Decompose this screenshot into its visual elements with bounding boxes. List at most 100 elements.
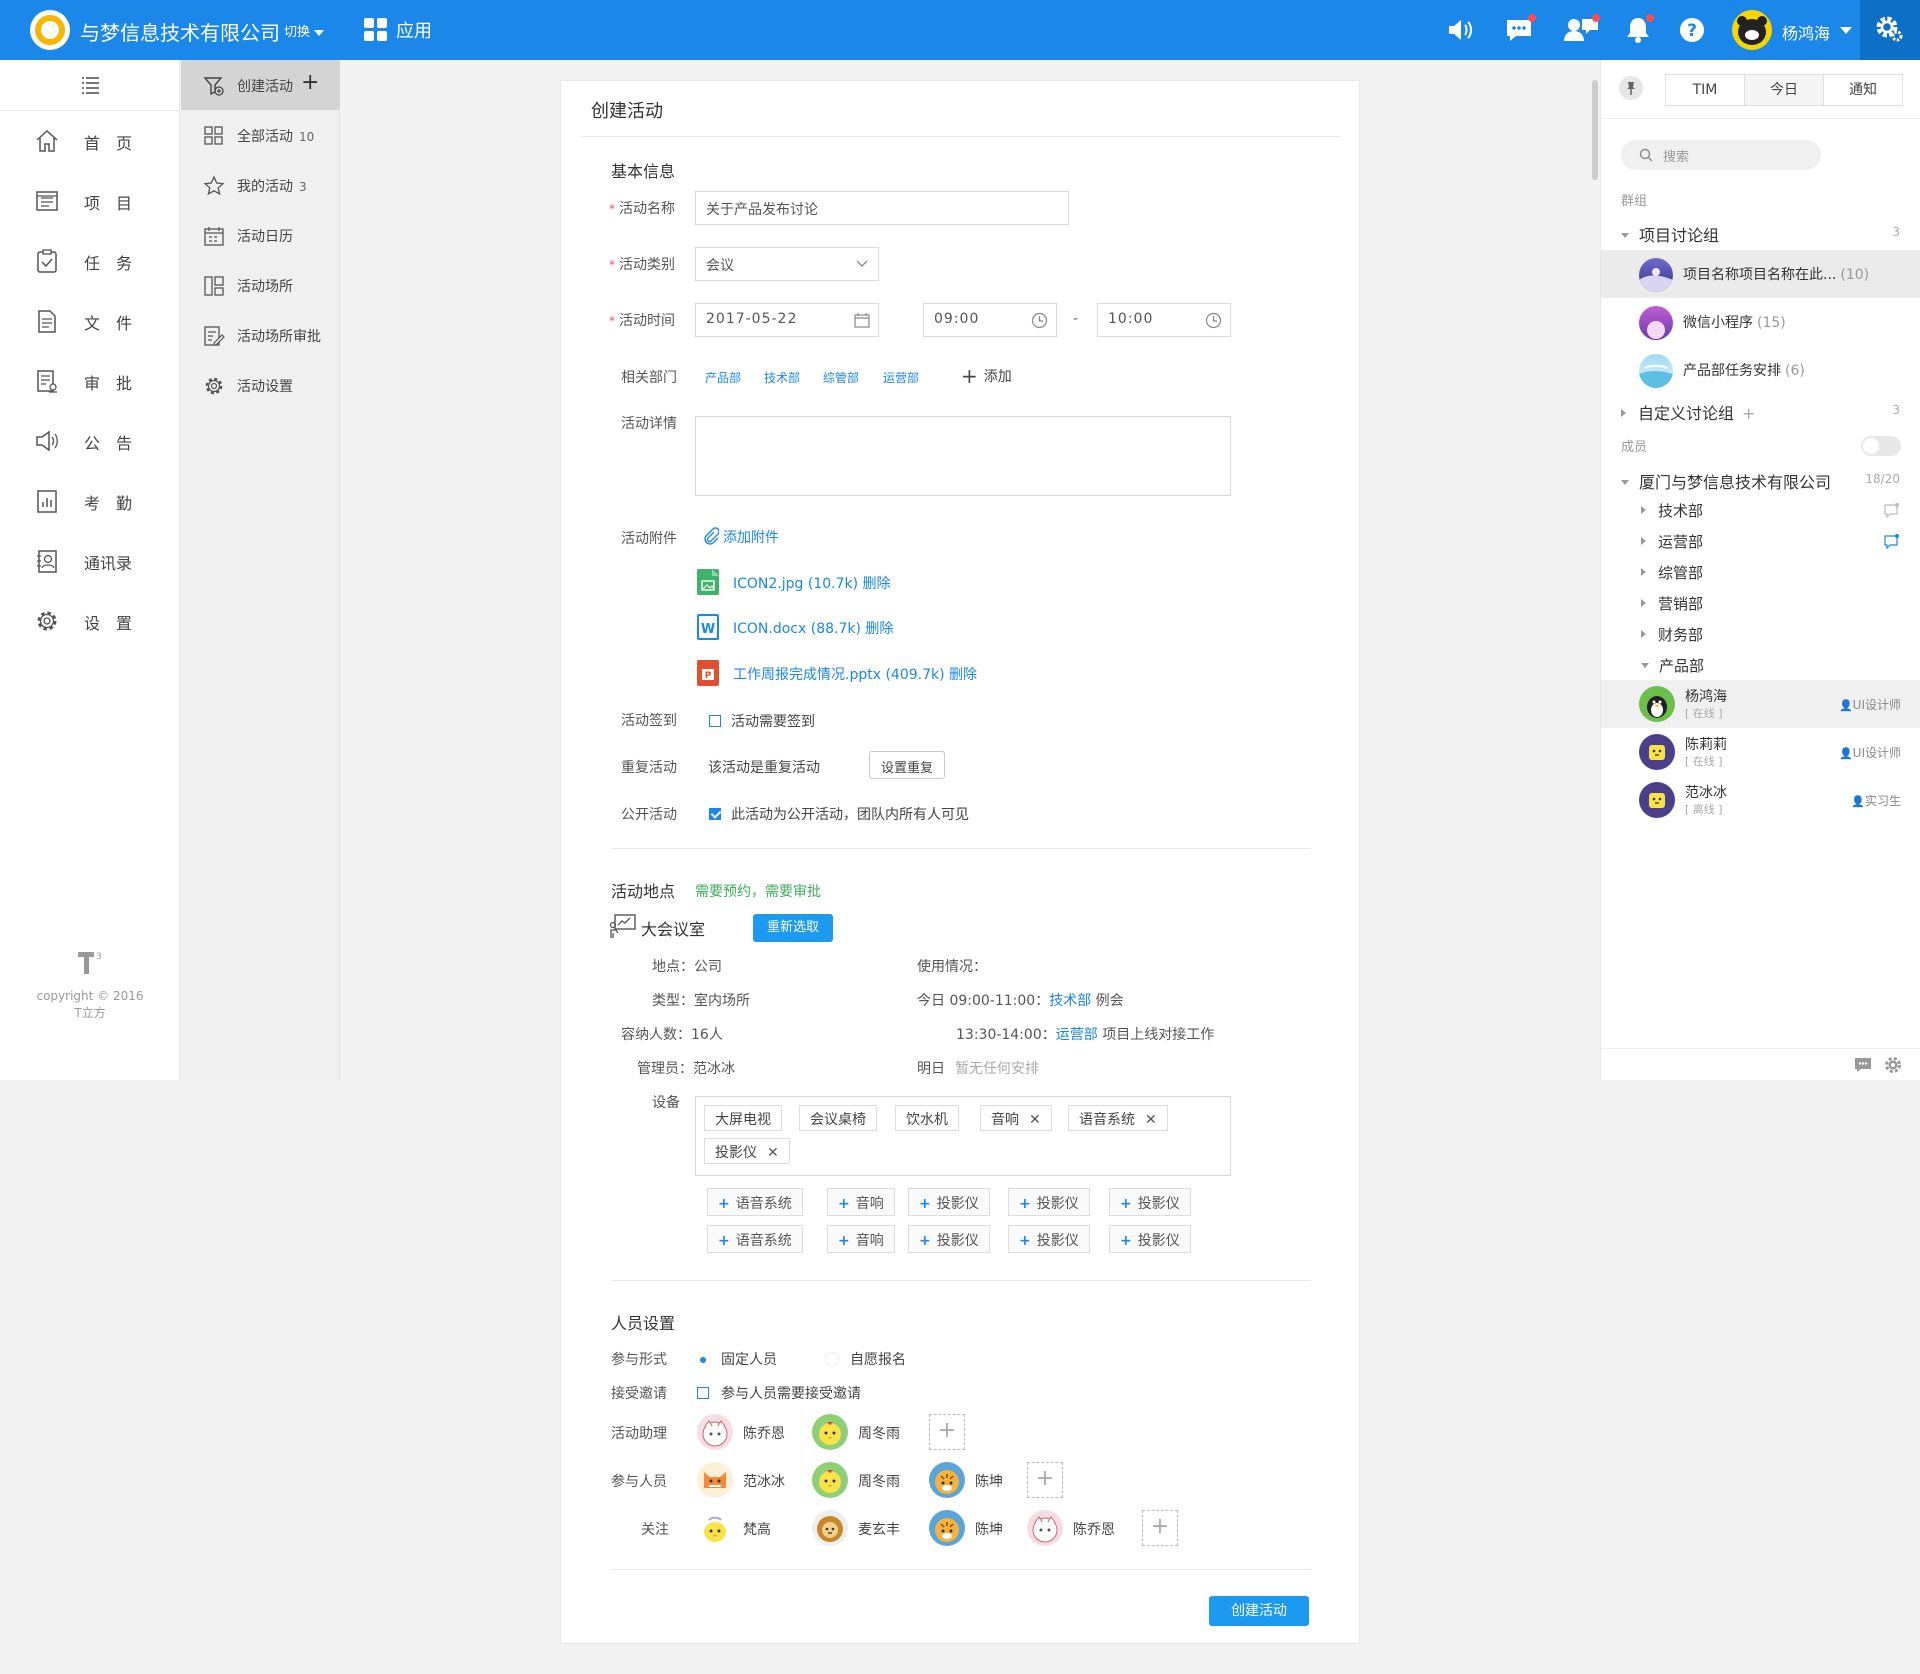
subnav-activity-calendar[interactable]: 活动日历 — [181, 210, 340, 260]
chat-item[interactable]: 产品部任务安排 (6) — [1601, 346, 1920, 394]
menu-toggle-icon[interactable] — [78, 73, 102, 97]
company-tree-node[interactable]: 厦门与梦信息技术有限公司 — [1621, 469, 1831, 493]
tab-tim[interactable]: TIM — [1665, 74, 1745, 106]
dept-node[interactable]: 综管部 — [1641, 562, 1703, 583]
nav-project[interactable]: 项 目 — [0, 175, 180, 225]
remove-tag-icon[interactable]: ✕ — [1029, 1112, 1041, 1128]
tab-notice[interactable]: 通知 — [1823, 74, 1903, 106]
add-attachment-link[interactable]: 添加附件 — [703, 527, 779, 547]
dept-node[interactable]: 运营部 — [1641, 531, 1703, 552]
radio-fixed[interactable] — [695, 1352, 709, 1366]
signin-checkbox[interactable] — [709, 715, 721, 727]
add-equipment-tag[interactable]: + 投影仪 — [908, 1188, 990, 1216]
add-follower-button[interactable]: + — [1142, 1510, 1178, 1546]
public-checkbox[interactable] — [709, 808, 721, 820]
radio-volunteer[interactable] — [825, 1352, 839, 1366]
invite-checkbox[interactable] — [697, 1387, 709, 1399]
remove-tag-icon[interactable]: ✕ — [767, 1145, 779, 1161]
dept-tag[interactable]: 综管部 — [823, 369, 859, 386]
members-toggle[interactable] — [1861, 436, 1901, 456]
pin-icon[interactable] — [1619, 76, 1643, 100]
member-item[interactable]: 范冰冰 [ 离线 ] 👤实习生 — [1601, 776, 1920, 824]
dept-tag[interactable]: 运营部 — [883, 369, 919, 386]
nav-approval[interactable]: 审 批 — [0, 355, 180, 405]
add-equipment-tag[interactable]: + 音响 — [827, 1188, 895, 1216]
settings-button[interactable] — [1860, 0, 1920, 60]
search-input[interactable]: 搜索 — [1621, 140, 1821, 170]
dept-node[interactable]: 营销部 — [1641, 593, 1703, 614]
add-equipment-tag[interactable]: + 音响 — [827, 1225, 895, 1253]
nav-home[interactable]: 首 页 — [0, 115, 180, 165]
nav-contacts[interactable]: 通讯录 — [0, 535, 180, 585]
add-equipment-tag[interactable]: + 投影仪 — [908, 1225, 990, 1253]
subnav-venues[interactable]: 活动场所 — [181, 260, 340, 310]
attachment-name[interactable]: ICON.docx (88.7k) 删除 — [733, 618, 893, 638]
member-avatar — [1639, 782, 1675, 818]
volume-icon[interactable] — [1444, 14, 1476, 46]
subnav-all-activities[interactable]: 全部活动 10 — [181, 110, 340, 160]
chat-item[interactable]: 项目名称项目名称在此... (10) — [1601, 250, 1920, 298]
add-assistant-button[interactable]: + — [929, 1414, 965, 1450]
end-time-input[interactable]: 10:00 — [1097, 303, 1231, 337]
add-equipment-tag[interactable]: + 语音系统 — [707, 1188, 803, 1216]
subnav-my-activities[interactable]: 我的活动 3 — [181, 160, 340, 210]
attachment-name[interactable]: 工作周报完成情况.pptx (409.7k) 删除 — [733, 664, 977, 684]
add-equipment-tag[interactable]: + 投影仪 — [1008, 1188, 1090, 1216]
group-custom-discussion[interactable]: 自定义讨论组 + — [1621, 400, 1755, 424]
dept-node[interactable]: 技术部 — [1641, 500, 1703, 521]
plus-icon[interactable]: + — [1742, 404, 1755, 423]
activity-name-input[interactable]: 关于产品发布讨论 — [695, 191, 1069, 225]
apps-button[interactable]: 应用 — [364, 17, 432, 43]
chat-icon[interactable] — [1853, 1056, 1873, 1074]
member-item[interactable]: 杨鸿海 [ 在线 ] 👤UI设计师 — [1601, 680, 1920, 728]
scrollbar[interactable] — [1592, 80, 1598, 180]
nav-task[interactable]: 任 务 — [0, 235, 180, 285]
add-equipment-tag[interactable]: + 语音系统 — [707, 1225, 803, 1253]
subnav-create-activity[interactable]: 创建活动 + — [181, 60, 340, 110]
nav-attendance[interactable]: 考 勤 — [0, 475, 180, 525]
dept-tag[interactable]: 产品部 — [705, 369, 741, 386]
help-icon[interactable]: ? — [1676, 14, 1708, 46]
add-equipment-tag[interactable]: + 投影仪 — [1109, 1188, 1191, 1216]
message-icon[interactable] — [1504, 14, 1536, 46]
chat-bubble-icon[interactable] — [1883, 502, 1901, 518]
nav-settings[interactable]: 设 置 — [0, 595, 180, 645]
remove-tag-icon[interactable]: ✕ — [1145, 1112, 1157, 1128]
dept-node[interactable]: 产品部 — [1641, 655, 1704, 676]
equipment-box[interactable]: 大屏电视 会议桌椅 饮水机 音响 ✕ 语音系统 ✕ 投影仪 ✕ — [695, 1096, 1231, 1176]
field-label-text: 活动类别 — [619, 257, 675, 273]
dept-node[interactable]: 财务部 — [1641, 624, 1703, 645]
contacts-chat-icon[interactable] — [1562, 14, 1600, 46]
add-equipment-tag[interactable]: + 投影仪 — [1109, 1225, 1191, 1253]
plus-icon[interactable]: + — [301, 70, 319, 95]
subnav-venue-approval[interactable]: 活动场所审批 — [181, 310, 340, 360]
add-participant-button[interactable]: + — [1027, 1462, 1063, 1498]
company-logo[interactable] — [30, 10, 70, 50]
gear-icon[interactable] — [1883, 1055, 1903, 1075]
add-dept-button[interactable]: + 添加 — [961, 364, 1012, 388]
reselect-button[interactable]: 重新选取 — [753, 914, 833, 942]
nav-announcement[interactable]: 公 告 — [0, 415, 180, 465]
usage-dept-link[interactable]: 技术部 — [1049, 993, 1091, 1009]
attachment-name[interactable]: ICON2.jpg (10.7k) 删除 — [733, 573, 891, 593]
usage-dept-link[interactable]: 运营部 — [1056, 1027, 1098, 1043]
add-equipment-tag[interactable]: + 投影仪 — [1008, 1225, 1090, 1253]
group-project-discussion[interactable]: 项目讨论组 — [1621, 222, 1719, 246]
activity-type-select[interactable]: 会议 — [695, 247, 879, 281]
nav-file[interactable]: 文 件 — [0, 295, 180, 345]
set-repeat-button[interactable]: 设置重复 — [869, 751, 946, 779]
tab-today[interactable]: 今日 — [1744, 74, 1824, 106]
chat-bubble-icon[interactable] — [1883, 533, 1901, 549]
date-input[interactable]: 2017-05-22 — [695, 303, 879, 337]
activity-detail-textarea[interactable] — [695, 416, 1231, 496]
switch-company-button[interactable]: 切换 — [284, 21, 325, 40]
create-activity-submit-button[interactable]: 创建活动 — [1209, 1596, 1309, 1626]
start-time-input[interactable]: 09:00 — [923, 303, 1057, 337]
add-equipment-label: 投影仪 — [1036, 1233, 1079, 1249]
member-item[interactable]: 陈莉莉 [ 在线 ] 👤UI设计师 — [1601, 728, 1920, 776]
dept-tag[interactable]: 技术部 — [764, 369, 800, 386]
chat-item[interactable]: 微信小程序 (15) — [1601, 298, 1920, 346]
bell-icon[interactable] — [1622, 14, 1654, 46]
subnav-activity-settings[interactable]: 活动设置 — [181, 360, 340, 410]
chat-avatar — [1639, 354, 1673, 388]
